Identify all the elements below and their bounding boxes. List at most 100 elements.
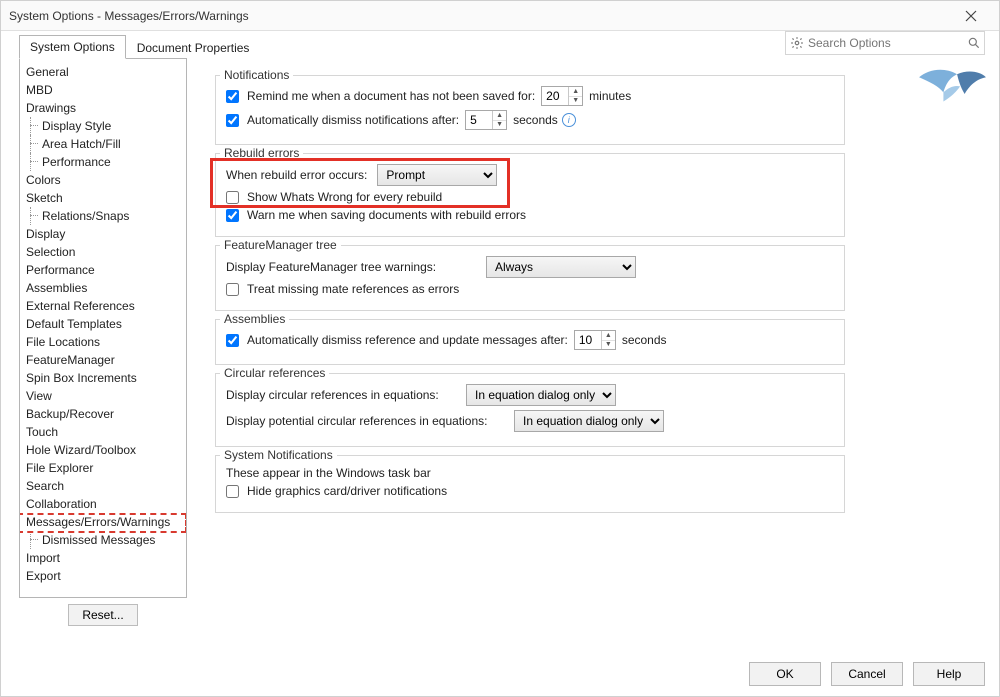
cb-missing-mate-label: Treat missing mate references as errors [247, 282, 459, 296]
tab-document-properties[interactable]: Document Properties [126, 36, 261, 59]
cb-warn-save-rebuild-label: Warn me when saving documents with rebui… [247, 208, 526, 222]
help-button[interactable]: Help [913, 662, 985, 686]
cb-show-whats-wrong[interactable]: Show Whats Wrong for every rebuild [226, 190, 442, 204]
sidebar-item[interactable]: Display [20, 225, 186, 243]
cb-hide-gfx-input[interactable] [226, 485, 239, 498]
spin-down[interactable]: ▼ [569, 97, 582, 106]
sidebar-item[interactable]: General [20, 63, 186, 81]
group-rebuild-errors: Rebuild errors When rebuild error occurs… [215, 153, 845, 237]
sidebar-item[interactable]: Drawings [20, 99, 186, 117]
legend-sysnotif: System Notifications [220, 448, 337, 462]
spin-remind-minutes[interactable]: ▲▼ [541, 86, 583, 106]
ok-button[interactable]: OK [749, 662, 821, 686]
cb-auto-dismiss-asm[interactable]: Automatically dismiss reference and upda… [226, 333, 568, 347]
spin-down[interactable]: ▼ [493, 121, 506, 130]
cb-warn-save-rebuild-input[interactable] [226, 209, 239, 222]
sidebar-item[interactable]: Touch [20, 423, 186, 441]
sidebar-item[interactable]: Selection [20, 243, 186, 261]
spin-up[interactable]: ▲ [569, 87, 582, 97]
legend-fm: FeatureManager tree [220, 238, 341, 252]
cb-auto-dismiss-asm-label: Automatically dismiss reference and upda… [247, 333, 568, 347]
main: GeneralMBDDrawingsDisplay StyleArea Hatc… [1, 59, 999, 633]
sidebar-item[interactable]: File Explorer [20, 459, 186, 477]
fm-display-label: Display FeatureManager tree warnings: [226, 260, 486, 274]
spin-remind-input[interactable] [542, 87, 568, 105]
sidebar-item[interactable]: Import [20, 549, 186, 567]
sidebar-item[interactable]: View [20, 387, 186, 405]
group-circular: Circular references Display circular ref… [215, 373, 845, 447]
sidebar-item[interactable]: Dismissed Messages [20, 531, 186, 549]
cb-remind-save-label: Remind me when a document has not been s… [247, 89, 535, 103]
cb-auto-dismiss-asm-input[interactable] [226, 334, 239, 347]
spin-asm-input[interactable] [575, 331, 601, 349]
spin-up[interactable]: ▲ [493, 111, 506, 121]
sidebar-item[interactable]: Area Hatch/Fill [20, 135, 186, 153]
sidebar-item[interactable]: Messages/Errors/Warnings [20, 513, 186, 531]
sidebar-item[interactable]: File Locations [20, 333, 186, 351]
sidebar-item[interactable]: MBD [20, 81, 186, 99]
search-box[interactable] [785, 31, 985, 55]
sysnotif-taskbar-text: These appear in the Windows task bar [226, 466, 431, 480]
sidebar-item[interactable]: Colors [20, 171, 186, 189]
dismiss-unit: seconds [513, 113, 558, 127]
cb-remind-save[interactable]: Remind me when a document has not been s… [226, 89, 535, 103]
legend-notifications: Notifications [220, 68, 293, 82]
sidebar-item[interactable]: Performance [20, 153, 186, 171]
spin-down[interactable]: ▼ [602, 341, 615, 350]
cb-missing-mate-input[interactable] [226, 283, 239, 296]
sidebar-item[interactable]: FeatureManager [20, 351, 186, 369]
sidebar-item[interactable]: Search [20, 477, 186, 495]
close-button[interactable] [951, 2, 991, 30]
tab-system-options[interactable]: System Options [19, 35, 126, 59]
cb-show-whats-wrong-input[interactable] [226, 191, 239, 204]
sidebar-column: GeneralMBDDrawingsDisplay StyleArea Hatc… [19, 59, 187, 633]
circ-label-2: Display potential circular references in… [226, 414, 514, 428]
sidebar-item[interactable]: Assemblies [20, 279, 186, 297]
legend-rebuild: Rebuild errors [220, 146, 303, 160]
legend-assemblies: Assemblies [220, 312, 289, 326]
spin-dismiss-seconds[interactable]: ▲▼ [465, 110, 507, 130]
content: Notifications Remind me when a document … [187, 59, 987, 633]
cb-warn-save-rebuild[interactable]: Warn me when saving documents with rebui… [226, 208, 526, 222]
sidebar-item[interactable]: Backup/Recover [20, 405, 186, 423]
cb-auto-dismiss-notif-label: Automatically dismiss notifications afte… [247, 113, 459, 127]
sidebar-item[interactable]: Display Style [20, 117, 186, 135]
sidebar-item[interactable]: Spin Box Increments [20, 369, 186, 387]
fm-display-dropdown[interactable]: Always [486, 256, 636, 278]
window-title: System Options - Messages/Errors/Warning… [9, 1, 249, 31]
circ-label-1: Display circular references in equations… [226, 388, 466, 402]
when-rebuild-dropdown[interactable]: Prompt [377, 164, 497, 186]
sidebar-item[interactable]: Default Templates [20, 315, 186, 333]
cb-missing-mate[interactable]: Treat missing mate references as errors [226, 282, 459, 296]
cancel-button[interactable]: Cancel [831, 662, 903, 686]
group-assemblies: Assemblies Automatically dismiss referen… [215, 319, 845, 365]
eagle-logo [913, 59, 989, 107]
remind-unit: minutes [589, 89, 631, 103]
spin-up[interactable]: ▲ [602, 331, 615, 341]
sidebar-item[interactable]: Collaboration [20, 495, 186, 513]
search-input[interactable] [804, 36, 967, 50]
sidebar: GeneralMBDDrawingsDisplay StyleArea Hatc… [19, 58, 187, 598]
footer-buttons: OK Cancel Help [749, 662, 985, 686]
close-icon [965, 10, 977, 22]
circ-dropdown-1[interactable]: In equation dialog only [466, 384, 616, 406]
sidebar-item[interactable]: Sketch [20, 189, 186, 207]
info-icon[interactable]: i [562, 113, 576, 127]
sidebar-item[interactable]: Export [20, 567, 186, 585]
sidebar-item[interactable]: External References [20, 297, 186, 315]
circ-dropdown-2[interactable]: In equation dialog only [514, 410, 664, 432]
title-bar: System Options - Messages/Errors/Warning… [1, 1, 999, 31]
tab-row: System Options Document Properties [1, 31, 999, 59]
spin-dismiss-input[interactable] [466, 111, 492, 129]
cb-auto-dismiss-notif-input[interactable] [226, 114, 239, 127]
cb-hide-gfx-label: Hide graphics card/driver notifications [247, 484, 447, 498]
cb-auto-dismiss-notif[interactable]: Automatically dismiss notifications afte… [226, 113, 459, 127]
sidebar-item[interactable]: Hole Wizard/Toolbox [20, 441, 186, 459]
reset-button[interactable]: Reset... [68, 604, 138, 626]
legend-circular: Circular references [220, 366, 329, 380]
sidebar-item[interactable]: Performance [20, 261, 186, 279]
cb-remind-save-input[interactable] [226, 90, 239, 103]
sidebar-item[interactable]: Relations/Snaps [20, 207, 186, 225]
cb-hide-gfx[interactable]: Hide graphics card/driver notifications [226, 484, 447, 498]
spin-asm-seconds[interactable]: ▲▼ [574, 330, 616, 350]
